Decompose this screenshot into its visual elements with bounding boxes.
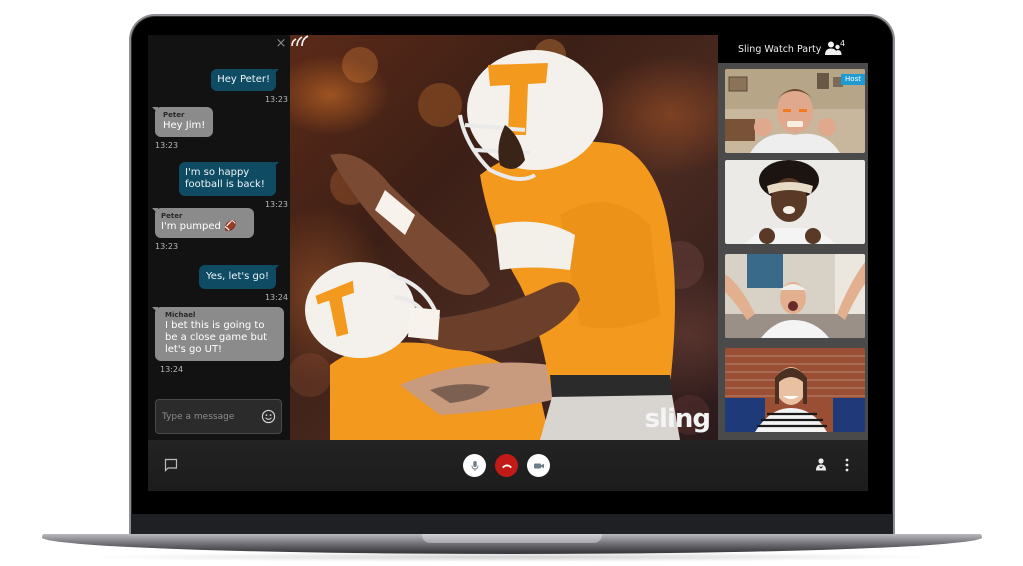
microphone-icon: [471, 460, 478, 471]
hang-up-icon: [501, 464, 512, 468]
watch-party-panel: Sling Watch Party 4 Host: [718, 35, 868, 440]
chat-message: Michael I bet this is going to be a clos…: [152, 307, 284, 375]
host-badge: Host: [841, 74, 865, 85]
close-chat-button[interactable]: ×: [275, 36, 287, 51]
smiley-icon[interactable]: [261, 409, 276, 424]
sling-logo: sling: [644, 404, 711, 434]
participant-video-tile[interactable]: [725, 348, 865, 432]
participant-video-tile[interactable]: [725, 254, 865, 338]
participant-video: [725, 160, 865, 244]
message-text: I'm pumped 🏈: [161, 221, 237, 232]
person-icon[interactable]: [815, 458, 827, 471]
message-text: Yes, let's go!: [206, 271, 269, 282]
participant-tiles: Host: [718, 63, 868, 440]
football-players-image: [290, 39, 710, 440]
message-text: Hey Jim!: [163, 120, 206, 131]
mute-microphone-button[interactable]: [463, 454, 486, 477]
chat-panel: × Hey Peter! 13:23 Peter Hey Jim! 13:23 …: [148, 35, 290, 440]
participant-video: [725, 254, 865, 338]
chat-bubble-icon[interactable]: [164, 458, 178, 472]
laptop-bezel-bottom: [131, 514, 893, 536]
message-input[interactable]: [162, 400, 260, 433]
message-bubble: I'm so happy football is back!: [179, 162, 279, 196]
call-control-bar: [148, 440, 868, 491]
message-time: 13:23: [264, 95, 288, 104]
participant-count: 4: [840, 39, 846, 48]
message-text: I'm so happy football is back!: [185, 167, 265, 190]
chat-message: Peter Hey Jim! 13:23: [151, 107, 214, 151]
participant-video-tile[interactable]: [725, 160, 865, 244]
party-title: Sling Watch Party: [738, 44, 822, 55]
watch-party-app: × Hey Peter! 13:23 Peter Hey Jim! 13:23 …: [148, 35, 868, 491]
participant-video-tile[interactable]: Host: [725, 69, 865, 153]
main-video-stream[interactable]: sling: [290, 35, 718, 440]
message-bubble: Yes, let's go!: [199, 265, 279, 289]
chat-message: Hey Peter! 13:23: [211, 67, 288, 105]
message-bubble: Peter I'm pumped 🏈: [152, 208, 254, 238]
chat-message: Peter I'm pumped 🏈 13:23: [152, 208, 254, 252]
message-bubble: Michael I bet this is going to be a clos…: [152, 307, 284, 361]
participant-video: [725, 348, 865, 432]
close-icon: ×: [275, 36, 287, 51]
end-call-button[interactable]: [495, 454, 518, 477]
message-time: 13:23: [155, 242, 179, 251]
toggle-camera-button[interactable]: [527, 454, 550, 477]
message-sender: Peter: [163, 111, 185, 119]
message-time: 13:23: [155, 141, 179, 150]
message-bubble: Hey Peter!: [211, 69, 279, 91]
chat-message: Yes, let's go! 13:24: [199, 264, 288, 303]
message-time: 13:24: [264, 293, 288, 302]
laptop-opening-notch: [422, 534, 602, 543]
message-text: I bet this is going to be a close game b…: [165, 320, 268, 355]
video-camera-icon: [533, 463, 544, 468]
message-sender: Peter: [161, 212, 183, 220]
message-bubble: Peter Hey Jim!: [151, 107, 214, 137]
message-sender: Michael: [165, 311, 196, 319]
message-composer: [155, 399, 282, 434]
more-vertical-icon[interactable]: [844, 458, 850, 472]
sling-signal-icon: [291, 35, 309, 47]
chat-message: I'm so happy football is back! 13:23: [179, 162, 288, 210]
message-time: 13:24: [160, 365, 184, 374]
message-text: Hey Peter!: [217, 74, 270, 85]
